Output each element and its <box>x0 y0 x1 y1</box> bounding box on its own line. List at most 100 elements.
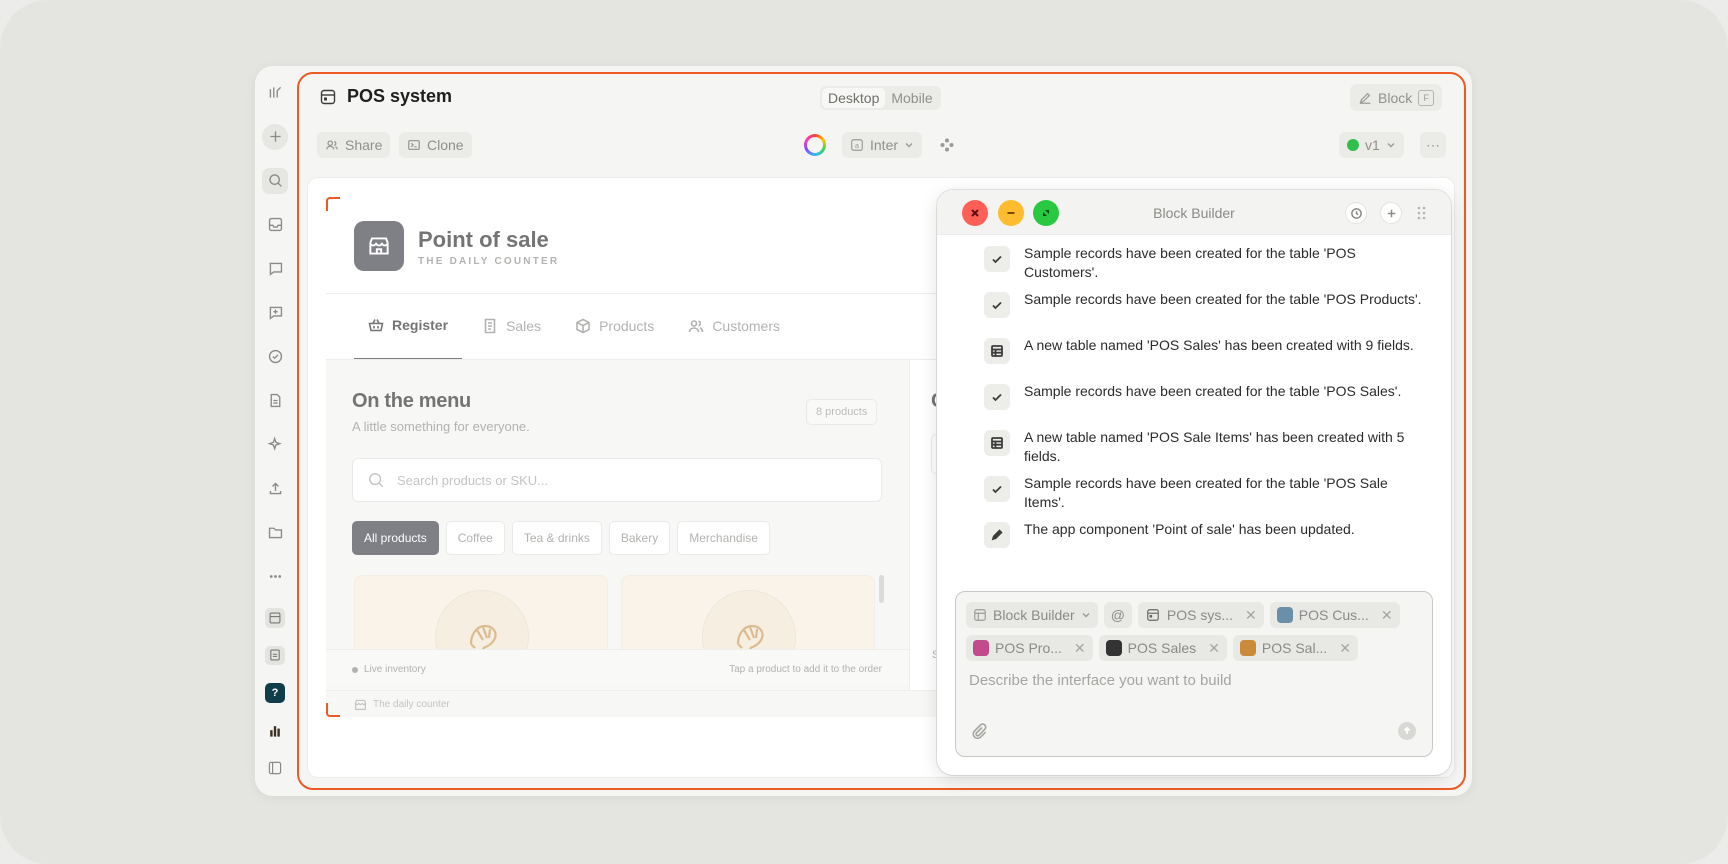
builder-mode-select[interactable]: Block Builder <box>966 602 1098 628</box>
preview-tabs: Register Sales Products Customers <box>354 317 800 360</box>
more-options-button[interactable]: ⋯ <box>1420 132 1446 158</box>
remove-tag-icon[interactable]: ✕ <box>1074 640 1086 657</box>
clone-button[interactable]: Clone <box>399 132 472 158</box>
remove-tag-icon[interactable]: ✕ <box>1339 640 1351 657</box>
category-chip[interactable]: Merchandise <box>677 521 770 555</box>
product-scrollbar[interactable] <box>879 575 884 603</box>
logo-icon[interactable] <box>262 80 288 106</box>
share-button[interactable]: Share <box>317 132 391 158</box>
log-item: Sample records have been created for the… <box>984 380 1424 410</box>
users-icon <box>326 140 338 150</box>
table-thumb-icon <box>973 640 989 656</box>
folder-icon[interactable] <box>262 520 288 546</box>
check-circle-icon[interactable] <box>262 344 288 370</box>
new-chat-button[interactable] <box>1380 202 1402 224</box>
document-icon[interactable] <box>262 388 288 414</box>
selection-corner <box>326 197 340 211</box>
tab-label: Products <box>599 318 655 334</box>
tag-label: POS sys... <box>1166 607 1234 623</box>
app-preview: Point of sale THE DAILY COUNTER Register… <box>326 197 946 717</box>
send-button[interactable] <box>1398 722 1416 740</box>
view-desktop-button[interactable]: Desktop <box>822 88 886 108</box>
doc-app-icon[interactable] <box>265 645 285 666</box>
tab-label: Register <box>392 317 449 333</box>
product-card[interactable] <box>354 575 608 684</box>
more-icon[interactable] <box>262 564 288 590</box>
theme-color-icon[interactable] <box>804 134 826 156</box>
block-builder-header: Block Builder <box>937 190 1451 235</box>
check-icon <box>984 476 1010 502</box>
version-label: v1 <box>1365 137 1380 153</box>
category-chip[interactable]: Coffee <box>445 521 505 555</box>
preview-subtitle: THE DAILY COUNTER <box>418 256 560 267</box>
check-icon <box>984 384 1010 410</box>
context-tag[interactable]: POS Sal... ✕ <box>1232 635 1358 661</box>
history-button[interactable] <box>1345 202 1367 224</box>
remove-tag-icon[interactable]: ✕ <box>1245 607 1257 624</box>
left-rail: ? <box>255 66 295 796</box>
svg-text:a: a <box>855 143 859 150</box>
drag-handle-icon[interactable] <box>1415 204 1427 222</box>
view-mobile-button[interactable]: Mobile <box>885 88 938 108</box>
chevron-down-icon <box>1082 613 1090 618</box>
product-search-input[interactable]: Search products or SKU... <box>352 458 882 502</box>
tab-label: Sales <box>506 318 542 334</box>
remove-tag-icon[interactable]: ✕ <box>1381 607 1393 624</box>
chat-plus-icon[interactable] <box>262 300 288 326</box>
prompt-input[interactable]: Describe the interface you want to build <box>969 672 1232 689</box>
tab-sales[interactable]: Sales <box>468 317 555 360</box>
tag-label: POS Pro... <box>995 640 1062 656</box>
chart-app-icon[interactable] <box>265 721 285 741</box>
block-button[interactable]: Block F <box>1350 84 1443 111</box>
sparkle-icon[interactable] <box>262 432 288 458</box>
search-placeholder: Search products or SKU... <box>397 472 549 488</box>
pos-app-icon[interactable] <box>265 608 285 628</box>
tag-label: @ <box>1110 607 1125 623</box>
tag-label: POS Sal... <box>1261 640 1328 656</box>
block-shortcut: F <box>1418 89 1435 106</box>
tab-customers[interactable]: Customers <box>674 317 794 360</box>
search-icon[interactable] <box>262 168 288 194</box>
product-count-badge: 8 products <box>806 399 878 425</box>
upload-icon[interactable] <box>262 476 288 502</box>
remove-tag-icon[interactable]: ✕ <box>1208 640 1220 657</box>
panel-toggle-icon[interactable] <box>265 758 285 778</box>
chat-icon[interactable] <box>262 256 288 282</box>
preview-footer: The daily counter <box>326 690 946 717</box>
context-tag[interactable]: POS Sales ✕ <box>1098 635 1227 661</box>
tab-products[interactable]: Products <box>561 317 668 360</box>
block-icon <box>974 609 986 621</box>
log-text: Sample records have been created for the… <box>1024 383 1402 399</box>
receipt-icon <box>484 318 496 334</box>
table-thumb-icon <box>1239 640 1256 656</box>
context-tag[interactable]: POS Cus... ✕ <box>1269 602 1400 628</box>
live-dot <box>352 666 358 673</box>
table-icon <box>984 430 1010 456</box>
font-icon: a <box>851 139 863 151</box>
divider <box>326 293 946 294</box>
log-text: Sample records have been created for the… <box>1024 291 1422 307</box>
attach-icon[interactable] <box>970 722 988 740</box>
plus-icon[interactable] <box>262 124 288 150</box>
log-item: Sample records have been created for the… <box>984 472 1424 511</box>
basket-icon <box>368 319 384 332</box>
tag-label: Block Builder <box>993 607 1075 623</box>
category-chip[interactable]: All products <box>352 521 439 555</box>
log-text: A new table named 'POS Sale Items' has b… <box>1024 429 1405 464</box>
category-chip[interactable]: Bakery <box>608 521 671 555</box>
inbox-icon[interactable] <box>262 212 288 238</box>
context-tag[interactable]: POS sys... ✕ <box>1137 602 1264 628</box>
components-icon[interactable] <box>939 137 955 153</box>
font-select[interactable]: a Inter <box>842 132 923 158</box>
category-chip[interactable]: Tea & drinks <box>511 521 602 555</box>
version-select[interactable]: v1 <box>1339 132 1404 158</box>
mention-button[interactable]: @ <box>1103 602 1132 628</box>
context-tag[interactable]: POS Pro... ✕ <box>966 635 1093 661</box>
tag-label: POS Sales <box>1127 640 1197 656</box>
product-card[interactable] <box>621 575 875 684</box>
search-icon <box>368 472 384 488</box>
panel-footer: Live inventory Tap a product to add it t… <box>326 649 909 685</box>
app-icon <box>320 89 336 105</box>
help-app-icon[interactable]: ? <box>265 683 285 703</box>
tab-register[interactable]: Register <box>354 317 463 360</box>
